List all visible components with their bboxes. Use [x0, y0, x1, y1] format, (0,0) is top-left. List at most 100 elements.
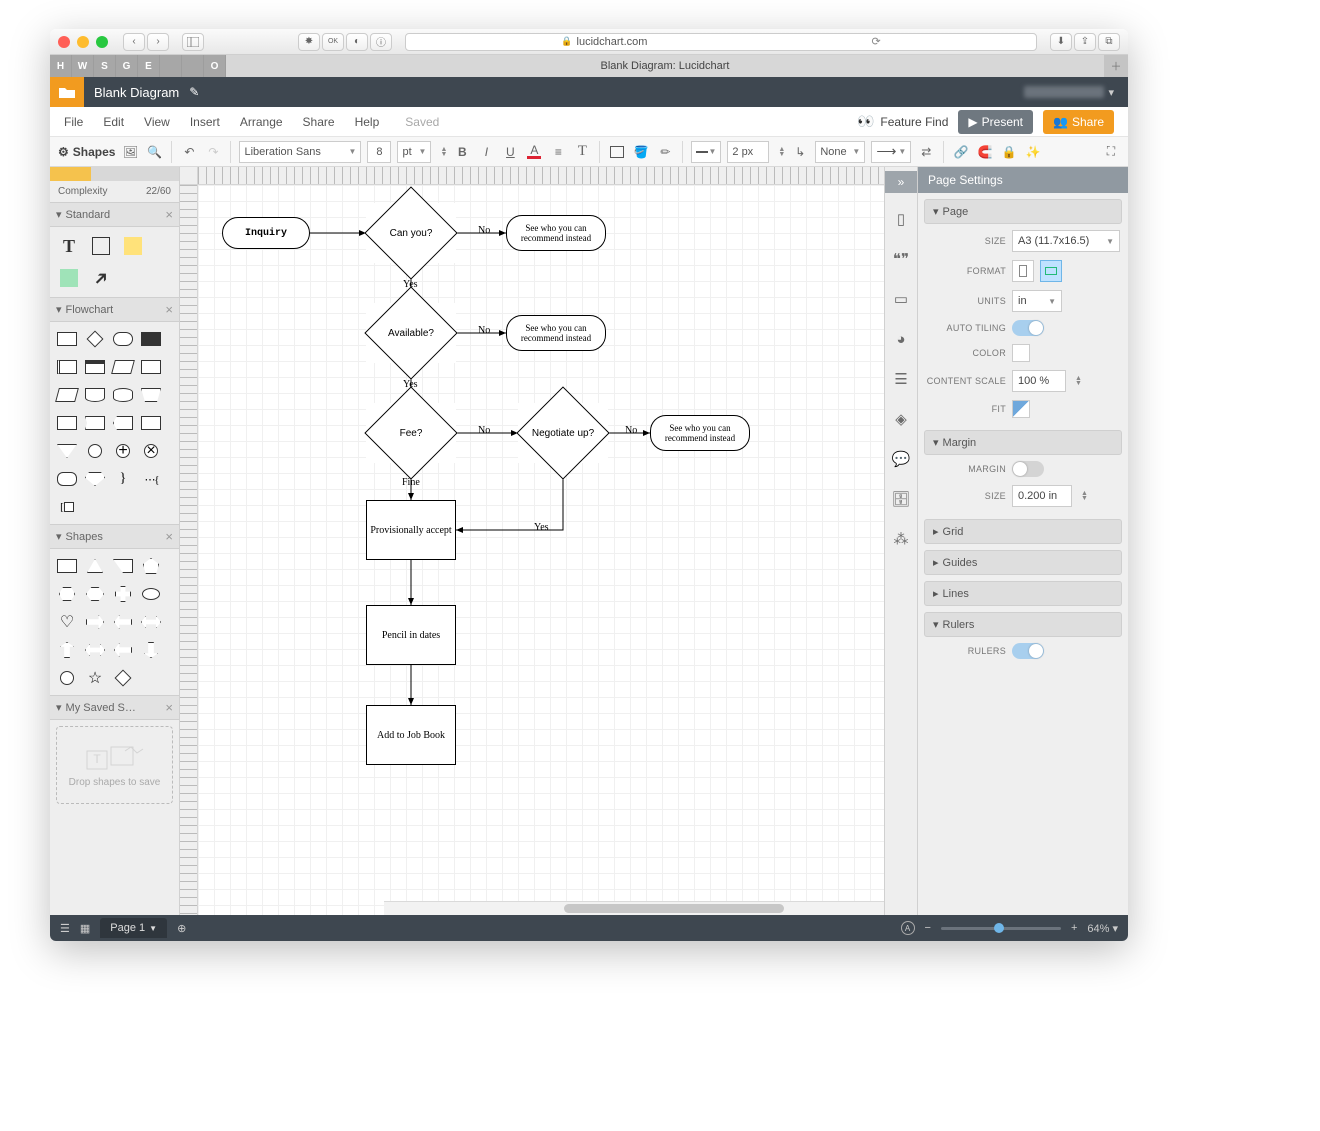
shape[interactable]: [84, 583, 106, 605]
close-icon[interactable]: ×: [165, 207, 173, 222]
category-shapes[interactable]: ▾Shapes×: [50, 524, 179, 549]
line-end-select[interactable]: ⟶▼: [871, 141, 911, 163]
address-bar[interactable]: 🔒 lucidchart.com ⟳: [405, 33, 1037, 51]
favorite-item[interactable]: H: [50, 55, 72, 77]
shape[interactable]: [84, 412, 106, 434]
account-menu[interactable]: ▾: [1010, 86, 1128, 99]
zoom-slider[interactable]: [941, 927, 1061, 930]
saved-shapes-dropzone[interactable]: T Drop shapes to save: [56, 726, 173, 804]
shape[interactable]: [140, 583, 162, 605]
line-width-select[interactable]: 2 px: [727, 141, 769, 163]
node-fee[interactable]: Fee?: [366, 403, 456, 463]
shape[interactable]: [84, 611, 106, 633]
document-title[interactable]: Blank Diagram: [84, 85, 189, 100]
magnet-icon[interactable]: 🧲: [976, 141, 994, 163]
shape[interactable]: [56, 583, 78, 605]
comments-icon[interactable]: 💬: [884, 439, 918, 479]
target-icon[interactable]: A: [901, 921, 915, 935]
line-width-stepper[interactable]: ▲▼: [778, 147, 785, 157]
scrollbar-horizontal[interactable]: [384, 901, 884, 915]
node-inquiry[interactable]: Inquiry: [222, 217, 310, 249]
add-page-icon[interactable]: ⊕: [177, 922, 186, 935]
downloads-icon[interactable]: ⬇: [1050, 33, 1072, 51]
rename-icon[interactable]: ✎: [189, 85, 199, 99]
category-saved[interactable]: ▾My Saved S…×: [50, 695, 179, 720]
italic-icon[interactable]: I: [477, 141, 495, 163]
shape[interactable]: [112, 555, 134, 577]
arrow-shape[interactable]: ➔: [83, 260, 120, 297]
zoom-in-icon[interactable]: +: [1071, 922, 1077, 934]
page-color-swatch[interactable]: [1012, 344, 1030, 362]
menu-file[interactable]: File: [64, 115, 83, 129]
node-recommend-2[interactable]: See who you can recommend instead: [506, 315, 606, 351]
shape[interactable]: [140, 639, 162, 661]
zoom-value[interactable]: 64% ▾: [1087, 922, 1118, 935]
zoom-out-icon[interactable]: −: [925, 922, 931, 934]
shape[interactable]: ×: [140, 440, 162, 462]
reload-icon[interactable]: ⟳: [871, 35, 880, 48]
page-icon[interactable]: ▯: [884, 199, 918, 239]
bold-icon[interactable]: B: [453, 141, 471, 163]
undo-icon[interactable]: ↶: [180, 141, 198, 163]
extension-icon[interactable]: ✸: [298, 33, 320, 51]
shape[interactable]: [84, 356, 106, 378]
orientation-landscape[interactable]: [1040, 260, 1062, 282]
extension-icon[interactable]: ◐: [346, 33, 368, 51]
image-icon[interactable]: 🖼: [121, 141, 139, 163]
orientation-portrait[interactable]: [1012, 260, 1034, 282]
page[interactable]: Inquiry Can you? See who you can recomme…: [198, 185, 884, 915]
close-icon[interactable]: ×: [165, 700, 173, 715]
presentation-icon[interactable]: ▭: [884, 279, 918, 319]
nav-back[interactable]: ‹: [123, 33, 145, 51]
shape[interactable]: [112, 667, 134, 689]
shape[interactable]: [112, 639, 134, 661]
fit-button[interactable]: [1012, 400, 1030, 418]
search-icon[interactable]: 🔍: [145, 141, 163, 163]
shape[interactable]: +: [112, 440, 134, 462]
fullscreen-icon[interactable]: ⛶: [1102, 141, 1120, 163]
link-icon[interactable]: 🔗: [952, 141, 970, 163]
scale-stepper[interactable]: ▲▼: [1075, 376, 1082, 386]
shape[interactable]: }: [112, 468, 134, 490]
shape[interactable]: [84, 555, 106, 577]
lock-icon[interactable]: 🔒: [1000, 141, 1018, 163]
extension-icon[interactable]: OK: [322, 33, 344, 51]
section-grid[interactable]: ▸Grid: [924, 519, 1122, 544]
node-negotiate[interactable]: Negotiate up?: [518, 403, 608, 463]
fill-color-icon[interactable]: 🪣: [632, 141, 650, 163]
category-flowchart[interactable]: ▾Flowchart×: [50, 297, 179, 322]
favorite-item[interactable]: G: [116, 55, 138, 77]
section-page[interactable]: ▾Page: [924, 199, 1122, 224]
favorite-item[interactable]: [182, 55, 204, 77]
shape[interactable]: [112, 328, 134, 350]
shape[interactable]: [56, 468, 78, 490]
maximize-window[interactable]: [96, 36, 108, 48]
font-size-stepper[interactable]: ▲▼: [440, 147, 447, 157]
node-provisional[interactable]: Provisionally accept: [366, 500, 456, 560]
favorite-item[interactable]: E: [138, 55, 160, 77]
favorite-item[interactable]: [160, 55, 182, 77]
shape[interactable]: [112, 384, 134, 406]
text-rotate-icon[interactable]: T: [573, 141, 591, 163]
redo-icon[interactable]: ↷: [204, 141, 222, 163]
share-icon[interactable]: ⇪: [1074, 33, 1096, 51]
data-icon[interactable]: 🗄: [884, 479, 918, 519]
border-style-icon[interactable]: [608, 141, 626, 163]
font-family-select[interactable]: Liberation Sans▼: [239, 141, 361, 163]
share-button[interactable]: 👥 Share: [1043, 110, 1114, 134]
extension-icon[interactable]: ⓘ: [370, 33, 392, 51]
present-button[interactable]: ▶ Present: [958, 110, 1033, 134]
shape[interactable]: [140, 384, 162, 406]
margin-stepper[interactable]: ▲▼: [1081, 491, 1088, 501]
node-recommend-1[interactable]: See who you can recommend instead: [506, 215, 606, 251]
shape[interactable]: [84, 328, 106, 350]
line-start-select[interactable]: None▼: [815, 141, 865, 163]
node-jobbook[interactable]: Add to Job Book: [366, 705, 456, 765]
shape[interactable]: ♡: [56, 611, 78, 633]
browser-tab[interactable]: Blank Diagram: Lucidchart: [226, 55, 1104, 77]
font-size-input[interactable]: 8: [367, 141, 391, 163]
text-color-icon[interactable]: A: [525, 141, 543, 163]
shape[interactable]: [112, 611, 134, 633]
canvas[interactable]: Inquiry Can you? See who you can recomme…: [198, 185, 884, 915]
close-icon[interactable]: ×: [165, 302, 173, 317]
